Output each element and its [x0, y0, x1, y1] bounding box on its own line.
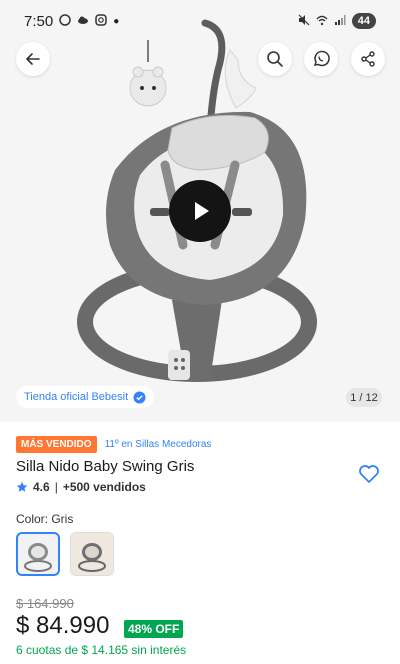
sold-count: +500 vendidos — [62, 480, 146, 494]
search-button[interactable] — [258, 42, 292, 76]
mute-icon — [298, 13, 310, 30]
discount-badge: 48% OFF — [124, 620, 184, 638]
play-icon — [195, 202, 209, 220]
installments-info: 6 cuotas de $ 14.165 sin interés — [16, 643, 187, 657]
color-option-gris-image — [24, 543, 52, 572]
rating-row[interactable]: 4.6 | +500 vendidos — [16, 480, 146, 494]
rating-divider: | — [54, 480, 58, 494]
back-button[interactable] — [16, 42, 50, 76]
category-ranking-link[interactable]: 11º en Sillas Mecedoras — [105, 439, 212, 450]
battery-badge: 44 — [351, 13, 376, 29]
status-time: 7:50 — [24, 12, 54, 30]
dot-icon: ● — [113, 15, 120, 27]
current-price: $ 84.990 — [16, 612, 110, 639]
rating-value: 4.6 — [33, 480, 50, 494]
favorite-button[interactable] — [356, 461, 382, 487]
color-option-beige[interactable] — [70, 532, 114, 576]
search-icon — [267, 51, 283, 67]
verified-icon — [133, 391, 146, 403]
whatsapp-share-button[interactable] — [304, 42, 338, 76]
signal-icon — [334, 13, 346, 30]
official-store-badge[interactable]: Tienda oficial Bebesit — [16, 386, 155, 408]
color-option-gris[interactable] — [16, 532, 60, 576]
image-counter: 1 / 12 — [346, 388, 382, 407]
best-seller-badge: MÁS VENDIDO — [16, 436, 97, 453]
whatsapp-icon — [313, 50, 330, 67]
status-bar: 7:50 ● 44 — [0, 0, 400, 42]
product-gallery[interactable]: 7:50 ● 44 Tienda oficial Bebesit 1 / 12 — [0, 0, 400, 422]
product-title: Silla Nido Baby Swing Gris — [16, 458, 195, 475]
share-icon — [361, 51, 375, 67]
original-price: $ 164.990 — [16, 596, 74, 611]
product-badges: MÁS VENDIDO 11º en Sillas Mecedoras — [16, 436, 211, 453]
wifi-icon — [316, 13, 328, 30]
share-button[interactable] — [351, 42, 385, 76]
instagram-icon — [95, 13, 107, 30]
star-icon — [16, 481, 28, 492]
cloud-icon — [77, 13, 89, 30]
whatsapp-status-icon — [59, 13, 71, 30]
heart-icon — [359, 465, 379, 483]
color-label: Color: Gris — [16, 512, 74, 526]
official-store-label: Tienda oficial Bebesit — [24, 391, 129, 403]
color-option-beige-image — [71, 533, 113, 575]
play-video-button[interactable] — [169, 180, 231, 242]
back-icon — [26, 53, 40, 65]
